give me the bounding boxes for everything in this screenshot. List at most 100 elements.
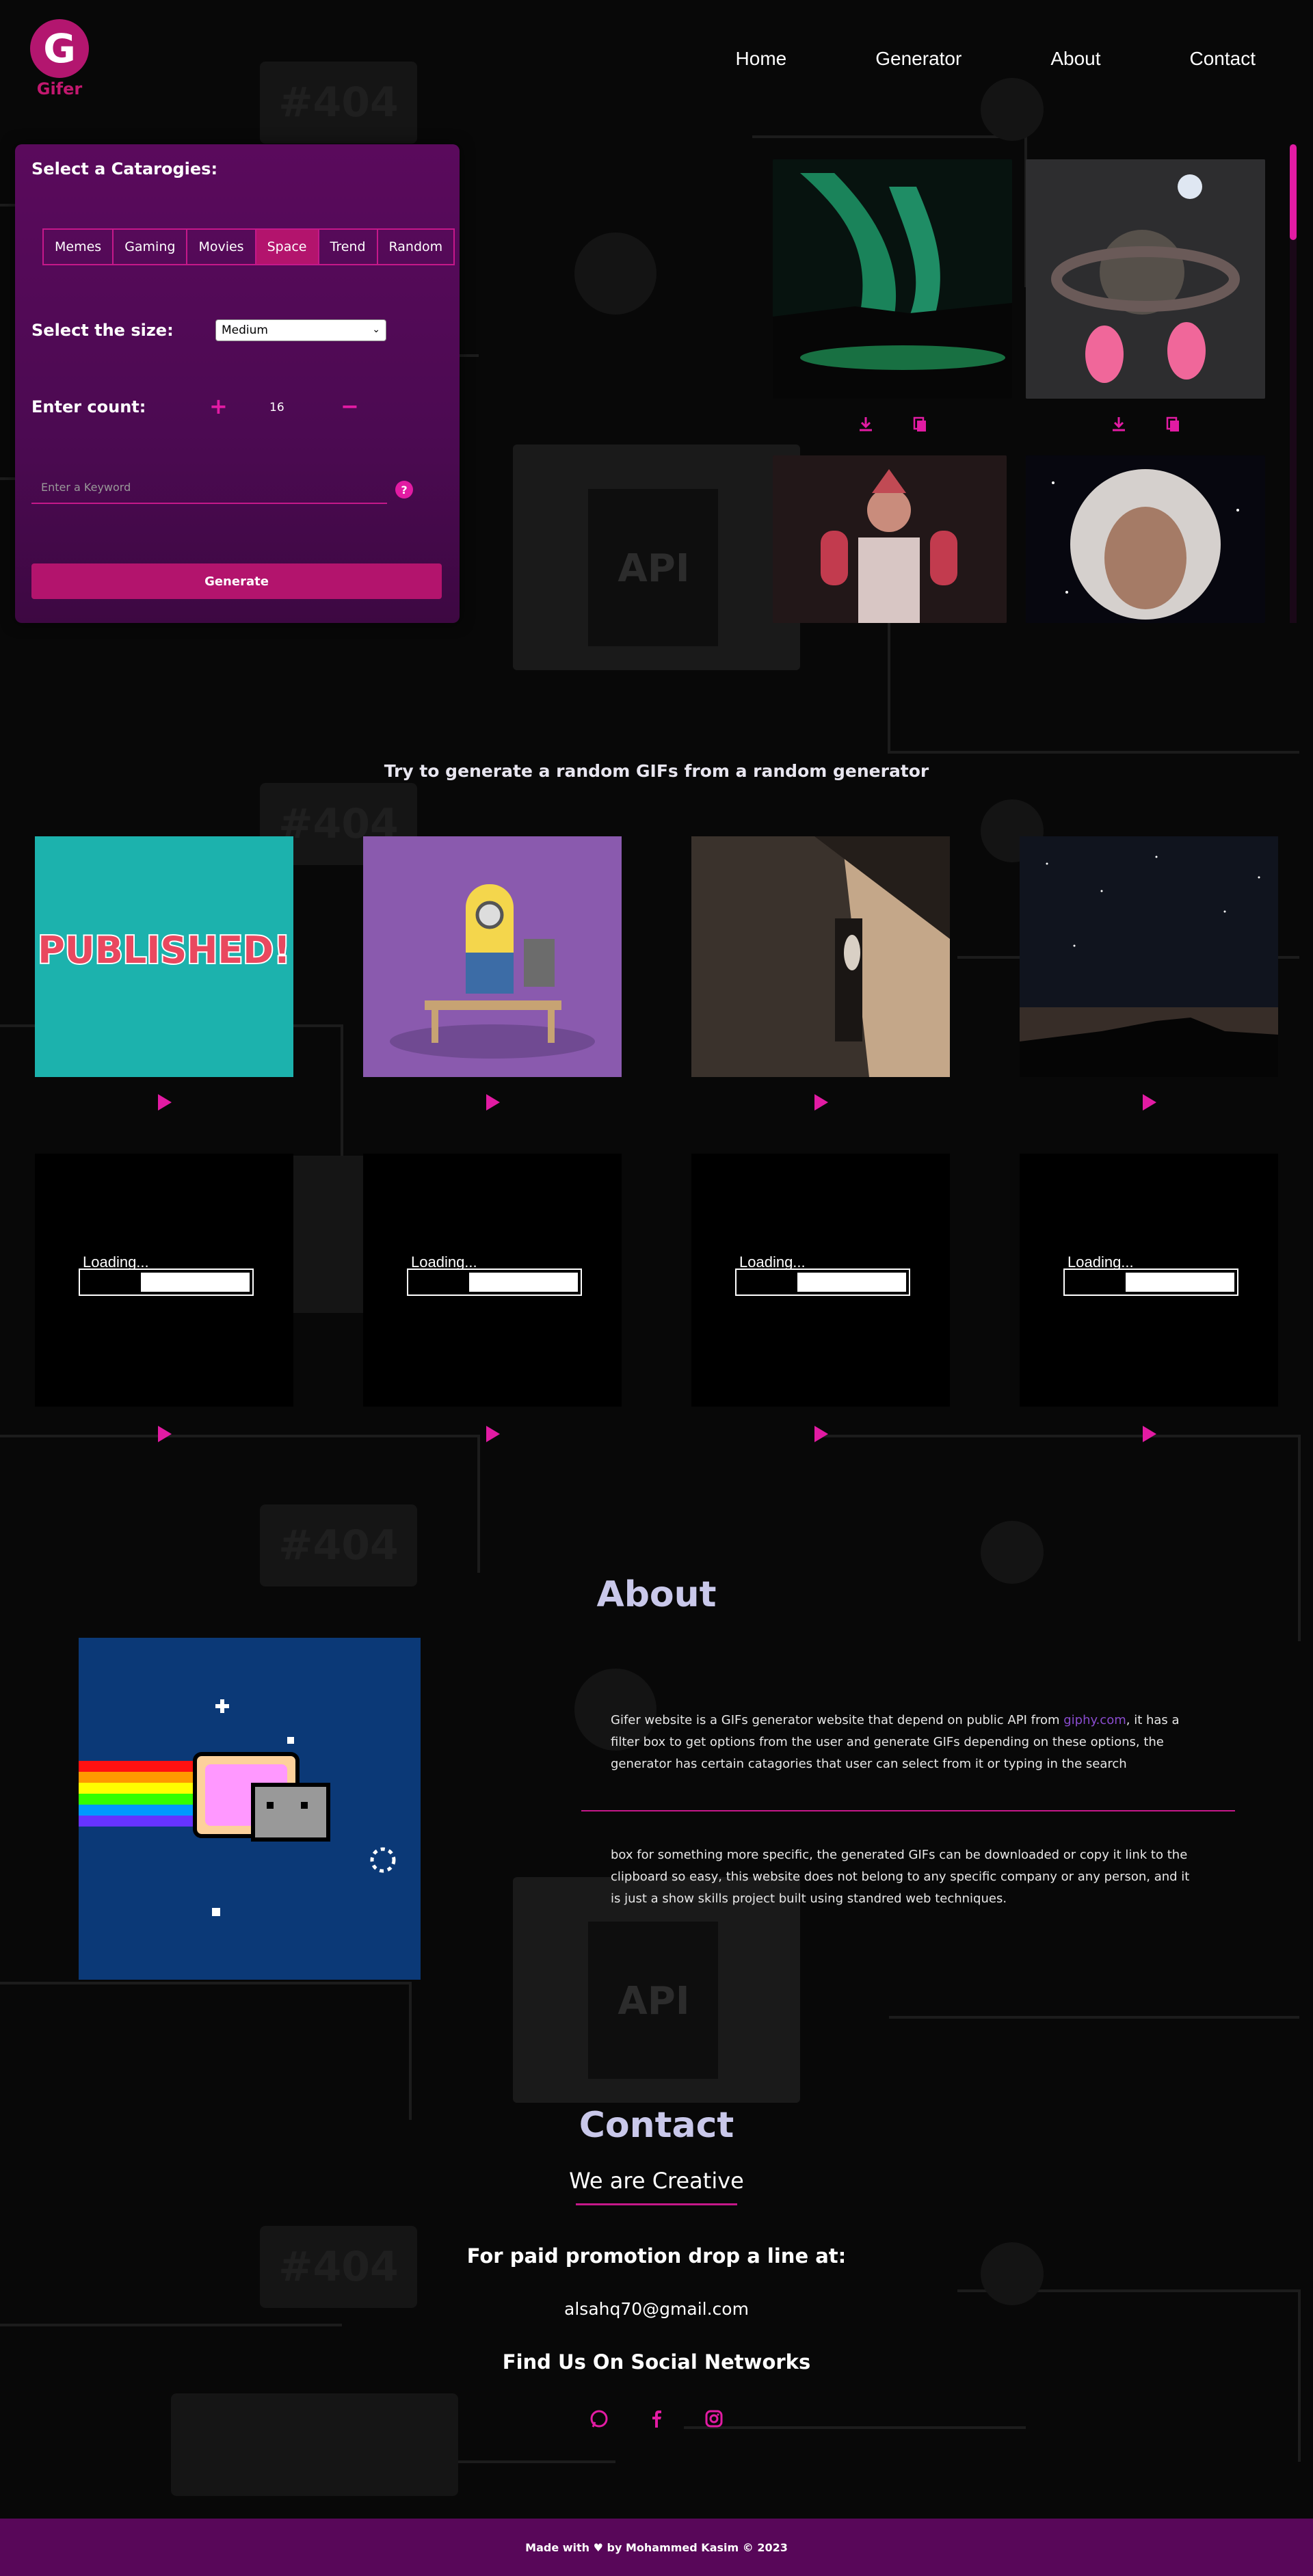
about-title: About [596,1574,717,1615]
size-label: Select the size: [31,321,174,340]
loading-card-2: Loading... [363,1154,622,1407]
loading-text: Loading... [1067,1253,1134,1271]
main-nav: Home Generator About Contact [647,48,1256,70]
random-headline: Try to generate a random GIFs from a ran… [384,761,929,781]
scrollbar-thumb[interactable] [1290,144,1297,240]
filter-panel: Select a Catarogies: Memes Gaming Movies… [15,144,460,623]
size-select-value: Medium [222,323,268,337]
gif-fur-hood-image [1026,455,1265,623]
category-memes[interactable]: Memes [44,230,114,264]
about-paragraph-1: Gifer website is a GIFs generator websit… [611,1710,1199,1775]
instagram-icon[interactable] [704,2408,724,2429]
size-select[interactable]: Medium ⌄ [215,319,386,341]
play-icon[interactable] [158,1426,172,1442]
category-trend[interactable]: Trend [319,230,378,264]
category-selector: Memes Gaming Movies Space Trend Random [42,228,455,265]
play-icon[interactable] [814,1094,828,1111]
svg-text:API: API [618,1979,689,2023]
play-icon[interactable] [158,1094,172,1111]
social-links [0,2408,1313,2429]
contact-email[interactable]: alsahq70@gmail.com [0,2299,1313,2319]
svg-text:API: API [618,546,689,591]
loading-bar [407,1269,582,1296]
play-icon[interactable] [1143,1094,1156,1111]
loading-bar-fill [739,1273,798,1292]
social-title: Find Us On Social Networks [502,2350,811,2374]
gif-planet-image [1026,159,1265,399]
loading-text: Loading... [83,1253,149,1271]
play-icon[interactable] [814,1426,828,1442]
subtitle-underline [576,2203,737,2205]
download-icon[interactable] [1109,415,1128,434]
random-gif-machine [691,836,950,1077]
contact-subtitle: We are Creative [569,2168,744,2194]
loading-bar-fill [411,1273,470,1292]
loading-card-4: Loading... [1020,1154,1278,1407]
count-label: Enter count: [31,397,146,416]
nav-home[interactable]: Home [736,48,787,70]
gif-person-gloves [773,455,1007,623]
svg-text:#404: #404 [278,79,399,127]
loading-bar-fill [83,1273,142,1292]
categories-label: Select a Catarogies: [31,159,218,178]
chevron-down-icon: ⌄ [372,324,380,335]
nyan-cat-svg [79,1638,421,1980]
decrement-button[interactable]: − [341,393,359,419]
logo-mark: G [30,19,89,78]
contact-title: Contact [579,2105,734,2146]
copy-icon[interactable] [1164,415,1183,434]
loading-card-3: Loading... [691,1154,950,1407]
loading-text: Loading... [739,1253,806,1271]
gif-aurora-image [773,159,1012,399]
loading-card-1: Loading... [35,1154,293,1407]
play-icon[interactable] [486,1094,500,1111]
nav-generator[interactable]: Generator [875,48,961,70]
about-paragraph-2: box for something more specific, the gen… [611,1848,1190,1906]
random-gif-2 [363,836,622,1077]
promo-text: For paid promotion drop a line at: [466,2244,847,2268]
gif-scrollbar[interactable] [1290,144,1297,623]
published-text: PUBLISHED! [38,929,291,972]
random-gif-night-sky [1020,836,1278,1077]
nav-about[interactable]: About [1050,48,1100,70]
gif-aurora [773,159,1012,399]
loading-bar-fill [1067,1273,1126,1292]
gif-planet [1026,159,1265,399]
logo[interactable]: G Gifer [30,19,89,98]
loading-bar [79,1269,254,1296]
category-movies[interactable]: Movies [187,230,256,264]
random-gif-published: PUBLISHED! [35,836,293,1077]
random-gif-4 [1020,836,1278,1077]
footer: Made with ♥ by Mohammed Kasim © 2023 [0,2519,1313,2576]
gif-actions-2 [1109,415,1183,434]
download-icon[interactable] [856,415,875,434]
loading-bar [735,1269,910,1296]
loading-bar [1063,1269,1238,1296]
about-divider [581,1810,1235,1811]
nav-contact[interactable]: Contact [1190,48,1256,70]
keyword-input[interactable]: Enter a Keyword [31,474,387,504]
help-icon[interactable]: ? [395,481,413,499]
category-random[interactable]: Random [378,230,454,264]
gif-person-gloves-image [773,455,1007,623]
loading-text: Loading... [411,1253,477,1271]
whatsapp-icon[interactable] [589,2408,609,2429]
gif-actions-1 [856,415,930,434]
increment-button[interactable]: + [209,393,228,419]
random-gif-3 [691,836,950,1077]
random-gif-1: PUBLISHED! [35,836,293,1077]
brand-name: Gifer [36,79,83,98]
about-text-1a: Gifer website is a GIFs generator websit… [611,1713,1064,1727]
facebook-icon[interactable] [646,2408,667,2429]
category-gaming[interactable]: Gaming [114,230,188,264]
count-value[interactable]: 16 [269,401,284,414]
copy-icon[interactable] [911,415,930,434]
generate-button[interactable]: Generate [31,563,442,599]
nyan-cat-image [79,1638,421,1980]
svg-text:#404: #404 [278,1522,399,1569]
play-icon[interactable] [486,1426,500,1442]
random-gif-minion [363,836,622,1077]
giphy-link[interactable]: giphy.com [1063,1713,1126,1727]
play-icon[interactable] [1143,1426,1156,1442]
category-space[interactable]: Space [256,230,319,264]
